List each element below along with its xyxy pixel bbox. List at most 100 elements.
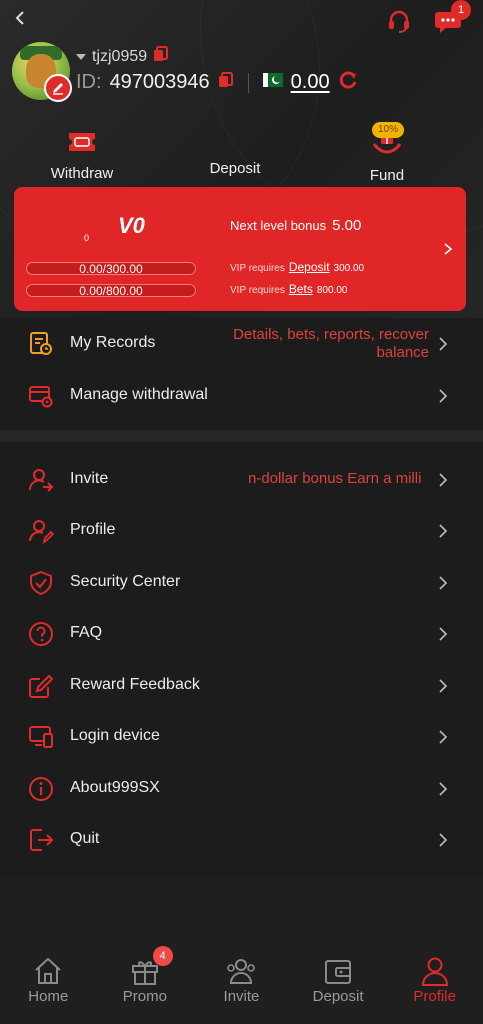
shield-icon (30, 570, 52, 596)
edit-avatar-icon[interactable] (44, 74, 72, 102)
menu-item-label: Profile (70, 521, 116, 538)
menu-item-label: Invite (70, 470, 109, 487)
copy-id-icon[interactable] (218, 72, 234, 93)
withdraw-label: Withdraw (50, 165, 114, 182)
deposit-link[interactable]: Deposit (289, 260, 330, 274)
section-divider (0, 430, 483, 442)
notification-badge: 1 (451, 0, 471, 20)
home-icon (35, 957, 61, 984)
wallet-icon (175, 130, 295, 154)
edit-note-icon (29, 674, 54, 698)
chevron-right-icon (439, 679, 448, 693)
caret-down-icon[interactable] (76, 53, 86, 60)
id-label: ID: (76, 71, 102, 93)
menu-item-quit[interactable]: Quit (0, 814, 483, 864)
menu-item-profile[interactable]: Profile (0, 505, 483, 555)
fund-badge: 10% (372, 122, 404, 138)
promo-badge: 4 (152, 946, 173, 966)
records-icon (30, 332, 52, 355)
nav-promo[interactable]: 4 Promo (97, 946, 194, 1024)
menu-item-faq[interactable]: FAQ (0, 608, 483, 658)
menu-item-manage-withdrawal[interactable]: Manage withdrawal (0, 370, 483, 420)
menu-item-label: Security Center (70, 573, 181, 590)
requirement-value: 300.00 (333, 263, 365, 274)
requirement-prefix: VIP requires (230, 285, 285, 296)
chevron-right-icon (439, 337, 448, 351)
menu-item-label: Reward Feedback (70, 676, 200, 693)
nav-label: Home (28, 988, 69, 1005)
requirement-value: 800.00 (316, 285, 348, 296)
vip-requirement-bets: VIP requires Bets 800.00 (230, 282, 347, 296)
copy-icon[interactable] (153, 46, 169, 67)
deposit-label: Deposit (209, 160, 261, 177)
ticket-icon (69, 133, 95, 151)
chevron-right-icon (439, 833, 448, 847)
chevron-right-icon (439, 627, 448, 641)
back-icon[interactable] (8, 6, 32, 30)
nav-home[interactable]: Home (0, 952, 97, 1024)
menu-item-about[interactable]: About999SX (0, 763, 483, 813)
nav-invite[interactable]: Invite (193, 952, 290, 1024)
menu-item-label: Quit (70, 830, 100, 847)
records-section: My Records Details, bets, reports, recov… (0, 318, 483, 430)
refresh-icon[interactable] (338, 70, 358, 95)
menu-item-label: FAQ (70, 624, 103, 641)
chevron-right-icon[interactable] (442, 243, 454, 255)
nav-label: Promo (122, 988, 167, 1005)
deposit-action[interactable]: Deposit (175, 130, 295, 177)
divider (247, 72, 249, 93)
withdrawal-settings-icon (29, 386, 53, 408)
id-row: ID: 497003946 0.00 (76, 70, 358, 95)
nav-label: Deposit (312, 988, 364, 1005)
pakistan-flag-icon (262, 73, 283, 92)
nav-label: Invite (223, 988, 260, 1005)
next-level-bonus-label: Next level bonus (230, 218, 327, 233)
chevron-right-icon (439, 473, 448, 487)
withdraw-action[interactable]: Withdraw (22, 130, 142, 182)
records-note: Details, bets, reports, recover (233, 326, 429, 343)
menu-item-my-records[interactable]: My Records Details, bets, reports, recov… (0, 318, 483, 368)
invite-user-icon (29, 469, 54, 492)
username-row: tjzj0959 (76, 46, 169, 67)
fund-action[interactable]: Fund (327, 130, 447, 184)
chevron-right-icon (439, 576, 448, 590)
menu-item-label: Login device (70, 727, 160, 744)
people-icon (227, 959, 256, 984)
nav-deposit[interactable]: Deposit (290, 952, 387, 1024)
profile-edit-icon (29, 520, 54, 544)
question-icon (29, 622, 53, 646)
devices-icon (29, 726, 53, 748)
chevron-right-icon (439, 524, 448, 538)
message-icon[interactable]: 1 (433, 0, 471, 36)
balance[interactable]: 0.00 (291, 71, 330, 94)
menu-item-label: My Records (70, 334, 156, 351)
nav-profile[interactable]: Profile (386, 952, 483, 1024)
info-icon (29, 777, 53, 801)
wallet-icon (325, 960, 352, 984)
username: tjzj0959 (92, 47, 148, 65)
vip-requirement-deposit: VIP requires Deposit 300.00 (230, 260, 364, 274)
next-level-bonus: Next level bonus 5.00 (230, 217, 361, 234)
menu-item-security-center[interactable]: Security Center (0, 557, 483, 607)
menu-item-reward-feedback[interactable]: Reward Feedback (0, 660, 483, 710)
avatar[interactable] (12, 42, 72, 102)
menu-item-label: Manage withdrawal (70, 386, 208, 403)
menu-item-label: About999SX (70, 779, 160, 796)
logout-icon (30, 829, 54, 851)
bets-progress-bar: 0.00/800.00 (26, 284, 196, 297)
records-note: balance (376, 344, 429, 361)
bets-link[interactable]: Bets (289, 282, 313, 296)
deposit-progress-bar: 0.00/300.00 (26, 262, 196, 275)
menu-item-login-device[interactable]: Login device (0, 711, 483, 761)
next-level-bonus-value: 5.00 (332, 217, 362, 234)
requirement-prefix: VIP requires (230, 263, 285, 274)
chevron-right-icon (439, 782, 448, 796)
bottom-nav: Home 4 Promo Invite Deposit Profile (0, 946, 483, 1024)
chevron-right-icon (439, 389, 448, 403)
headset-icon[interactable] (384, 6, 414, 36)
vip-card[interactable]: 0 V0 0.00/300.00 0.00/800.00 Next level … (14, 187, 466, 311)
menu-item-invite[interactable]: Invite n-dollar bonus Earn a milli (0, 454, 483, 504)
chevron-right-icon (439, 730, 448, 744)
vip-level: V0 (118, 213, 145, 238)
user-id: 497003946 (109, 71, 210, 93)
